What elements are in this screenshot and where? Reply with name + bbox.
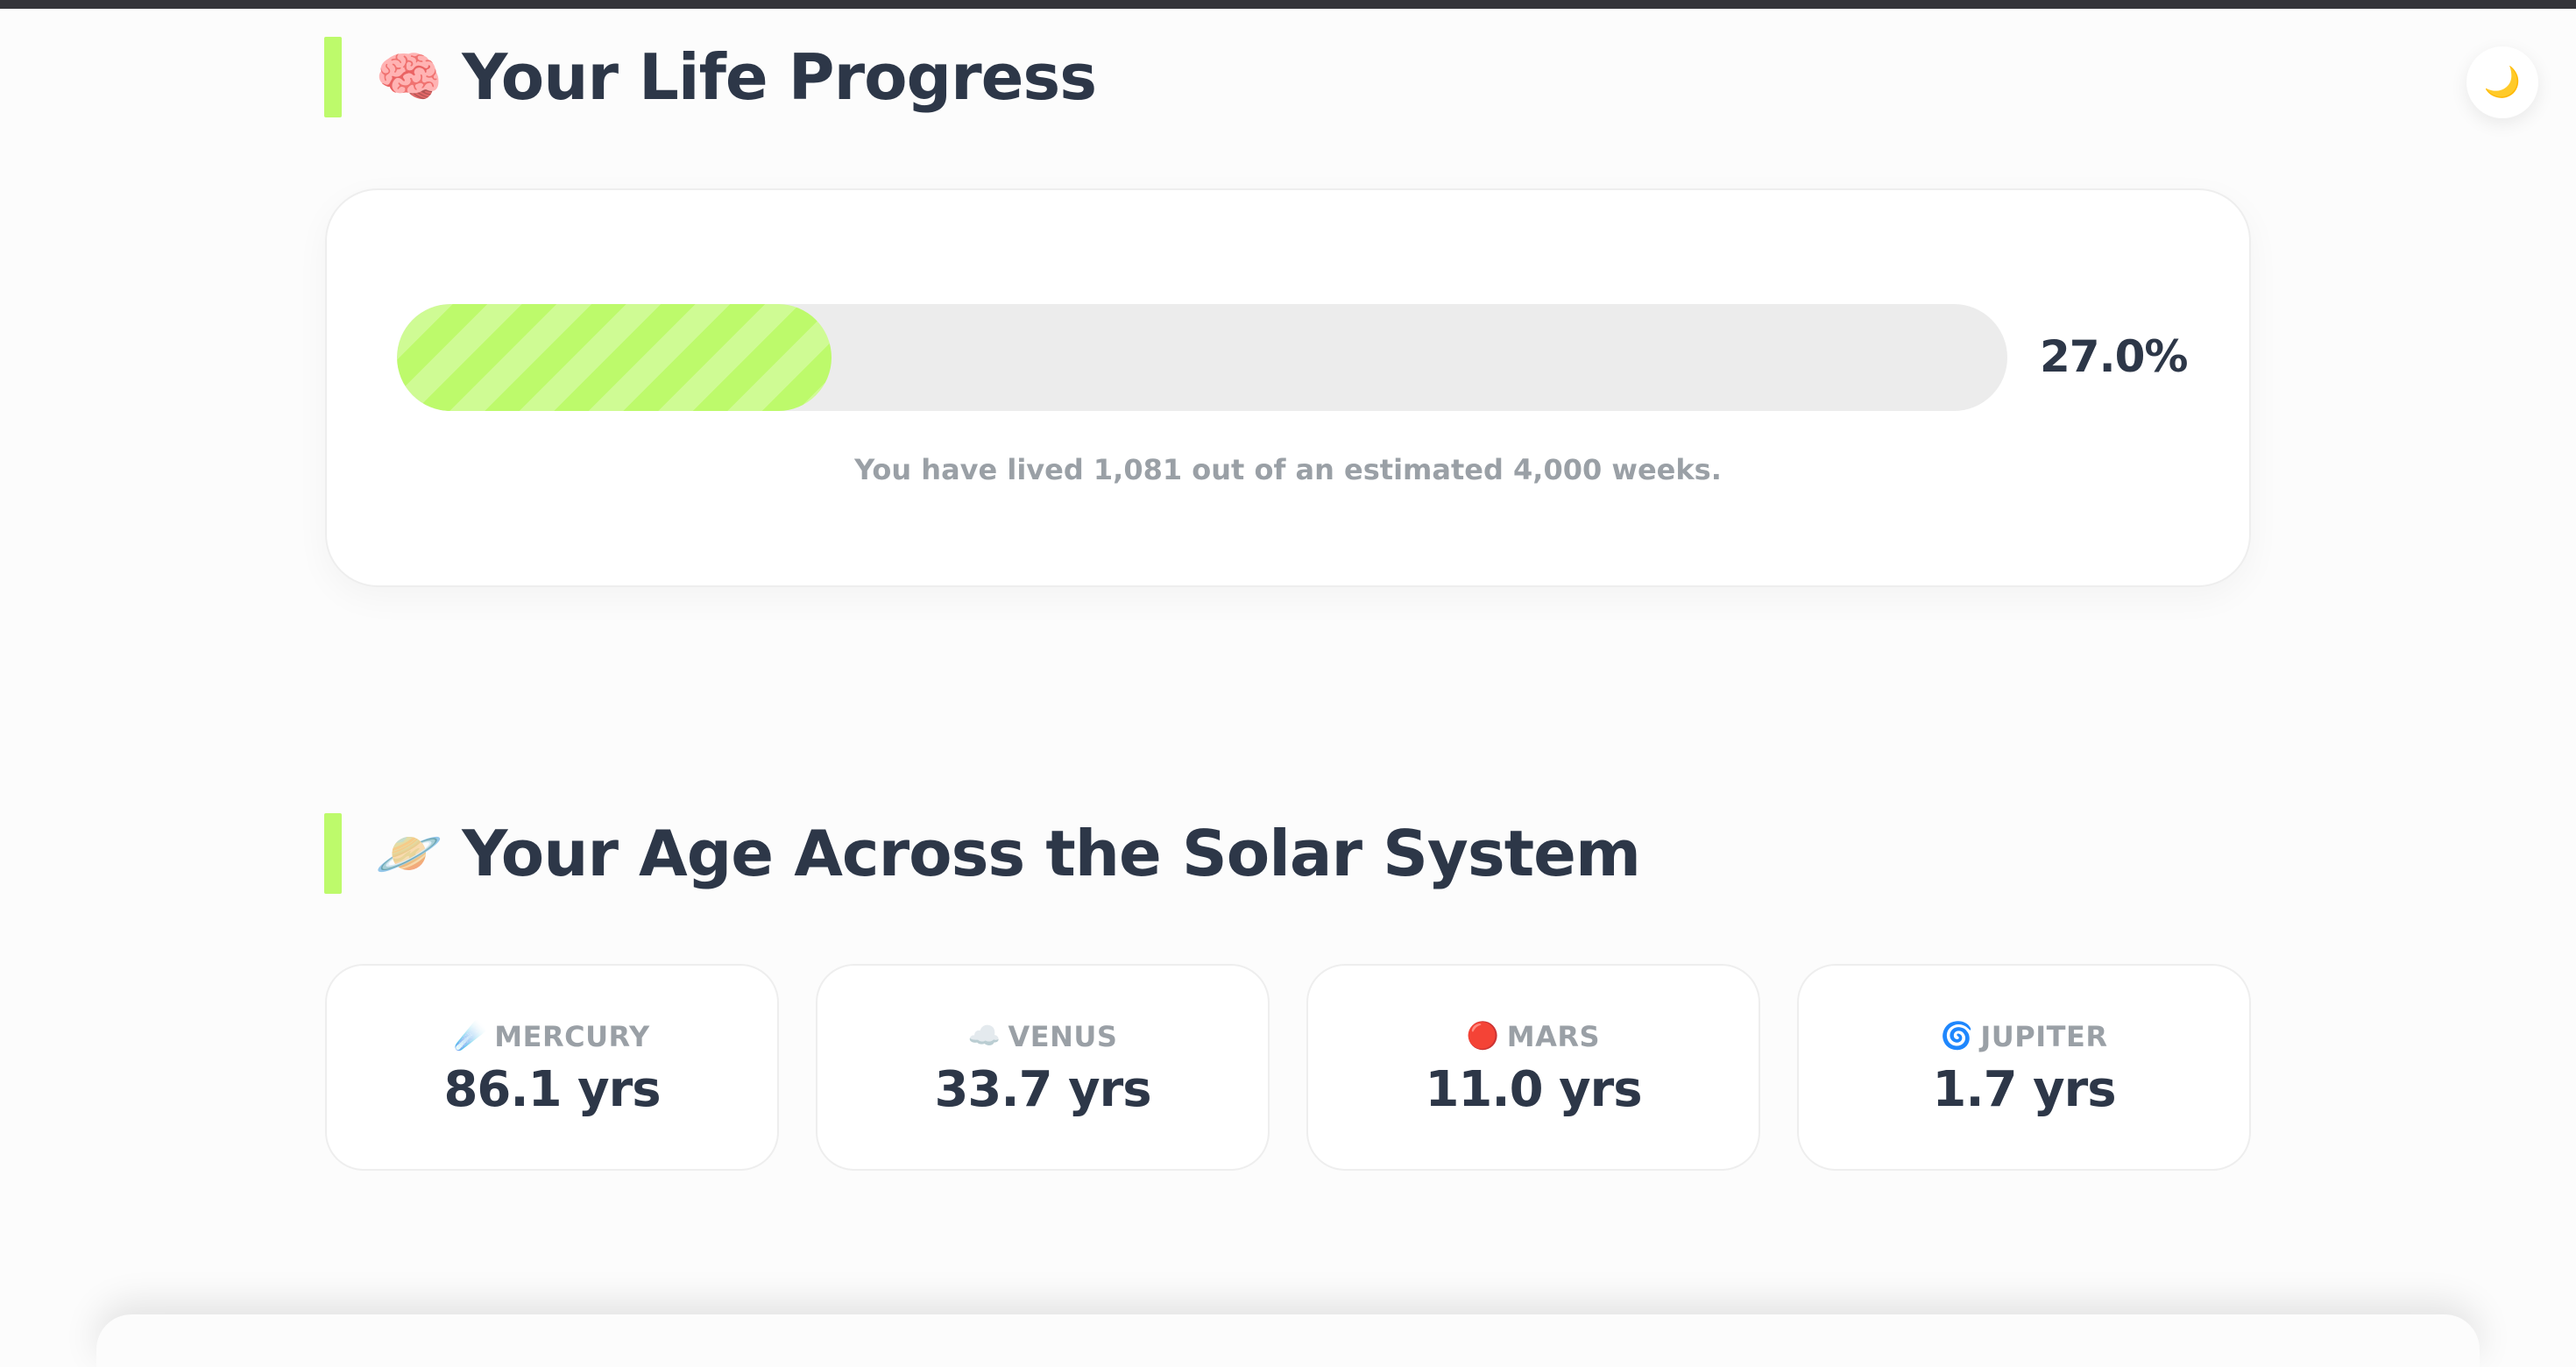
planet-label: ☄️ MERCURY — [454, 1017, 649, 1056]
planet-name: MERCURY — [494, 1019, 650, 1053]
planet-card-mars: 🔴 MARS 11.0 yrs — [1306, 964, 1760, 1171]
planet-age: 1.7 yrs — [1932, 1060, 2116, 1118]
planet-label: 🔴 MARS — [1467, 1017, 1600, 1056]
life-progress-heading: 🧠 Your Life Progress — [324, 37, 1097, 117]
cloud-icon: ☁️ — [967, 1020, 1001, 1052]
comet-icon: ☄️ — [454, 1020, 488, 1052]
planet-name: MARS — [1506, 1019, 1601, 1053]
heading-accent-bar — [324, 37, 342, 117]
theme-toggle-button[interactable]: 🌙 — [2466, 46, 2538, 118]
planet-age: 86.1 yrs — [443, 1060, 661, 1118]
moon-icon: 🌙 — [2483, 65, 2522, 100]
life-progress-card: 27.0% You have lived 1,081 out of an est… — [325, 188, 2251, 587]
cyclone-icon: 🌀 — [1940, 1020, 1974, 1052]
solar-system-title: Your Age Across the Solar System — [462, 817, 1641, 890]
planet-age: 11.0 yrs — [1425, 1060, 1642, 1118]
planet-label: 🌀 JUPITER — [1941, 1017, 2108, 1056]
planet-label: ☁️ VENUS — [968, 1017, 1118, 1056]
planet-age: 33.7 yrs — [934, 1060, 1151, 1118]
planet-card-venus: ☁️ VENUS 33.7 yrs — [816, 964, 1270, 1171]
brain-icon: 🧠 — [375, 45, 443, 109]
life-progress-track — [397, 304, 2007, 411]
solar-system-heading: 🪐 Your Age Across the Solar System — [324, 813, 1641, 894]
life-progress-fill — [397, 304, 832, 411]
ringed-planet-icon: 🪐 — [375, 821, 443, 885]
red-circle-icon: 🔴 — [1466, 1020, 1500, 1052]
life-progress-percent: 27.0% — [2040, 331, 2188, 382]
life-progress-title: Your Life Progress — [462, 40, 1097, 114]
next-panel-edge — [96, 1314, 2480, 1367]
heading-accent-bar — [324, 813, 342, 894]
planet-name: JUPITER — [1980, 1019, 2108, 1053]
window-top-strip — [0, 0, 2576, 9]
planet-card-jupiter: 🌀 JUPITER 1.7 yrs — [1797, 964, 2251, 1171]
life-progress-caption: You have lived 1,081 out of an estimated… — [854, 453, 1722, 486]
planet-name: VENUS — [1008, 1019, 1118, 1053]
planet-card-mercury: ☄️ MERCURY 86.1 yrs — [325, 964, 779, 1171]
